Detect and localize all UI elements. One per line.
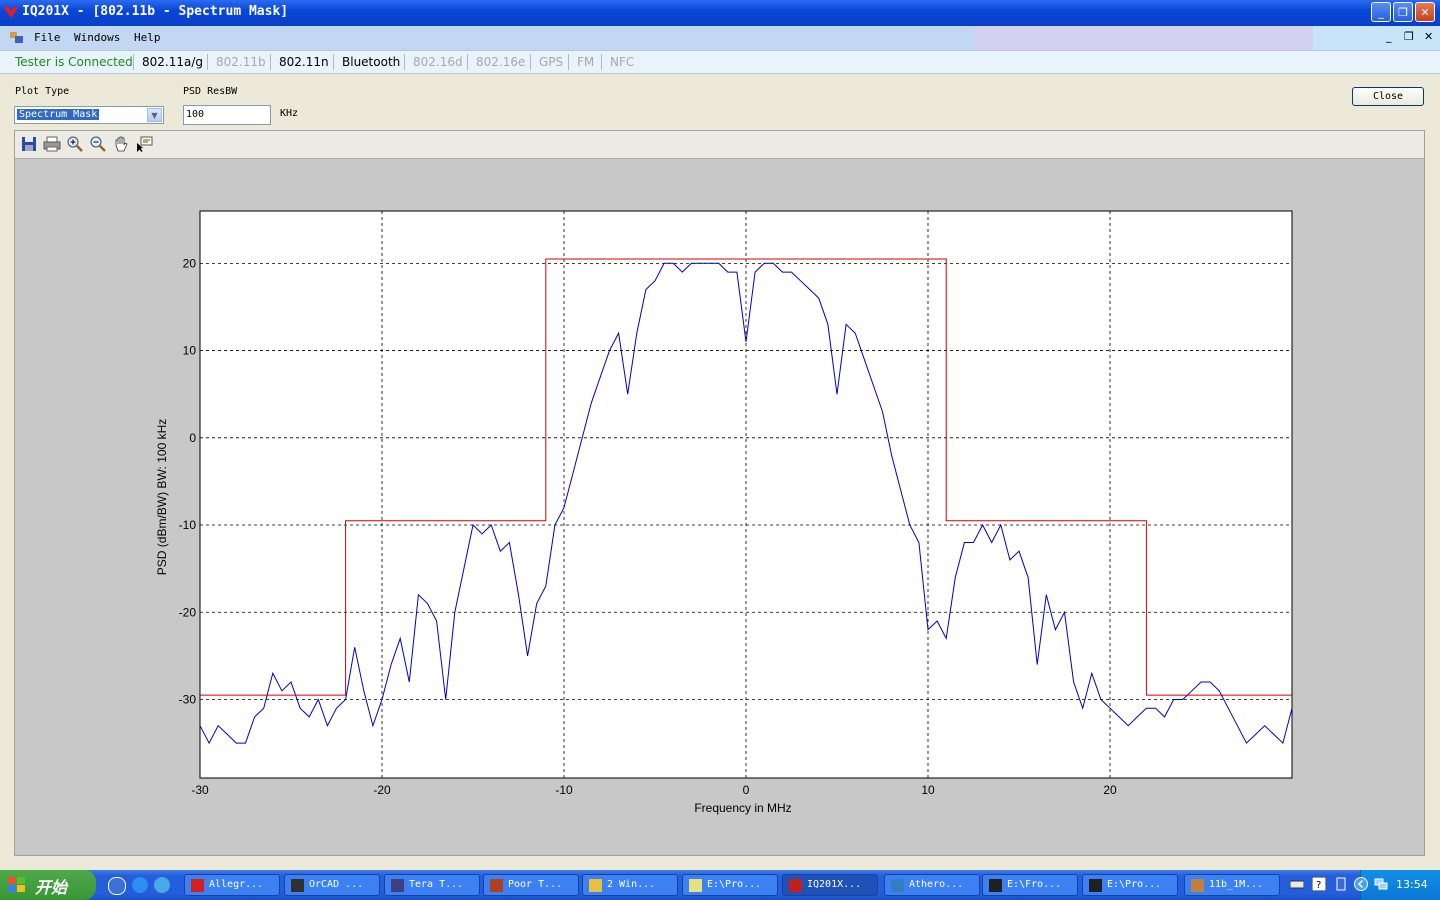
x-tick-label: -10 [555,783,573,797]
task-app-icon [989,879,1002,892]
task-app-icon [789,879,802,892]
task-label: Athero... [909,879,964,890]
y-tick-label: -10 [179,518,197,532]
taskbar: 开始 Allegr... OrCAD ... Tera T... Poor T... 2… [0,870,1440,900]
start-label: 开始 [35,878,68,897]
y-tick-label: -20 [179,605,197,619]
y-tick-label: 10 [183,344,197,358]
x-axis-label: Frequency in MHz [694,801,791,815]
start-button[interactable]: 开始 [0,870,96,900]
x-tick-label: 0 [743,783,750,797]
x-tick-label: 10 [921,783,935,797]
y-axis-label: PSD (dBm/BW) BW: 100 kHz [155,419,169,575]
taskbar-item[interactable]: Poor T... [483,874,579,896]
taskbar-item[interactable]: Tera T... [384,874,480,896]
windows-flag-icon [8,877,25,892]
x-tick-label: -20 [373,783,391,797]
taskbar-item[interactable]: IQ201X... [782,874,878,896]
task-label: E:\Pro... [707,879,762,890]
x-tick-label: -30 [191,783,209,797]
task-label: Allegr... [209,879,264,890]
taskbar-item[interactable]: OrCAD ... [284,874,380,896]
task-label: Tera T... [409,879,464,890]
y-tick-label: 20 [183,256,197,270]
task-label: E:\Fro... [1007,879,1062,890]
task-label: 2 Win... [607,879,656,890]
task-label: OrCAD ... [309,879,364,890]
chevron-left-icon[interactable] [1354,877,1368,891]
task-app-icon [1089,879,1102,892]
task-label: 11b_1M... [1209,879,1264,890]
task-app-icon [291,879,304,892]
clock: 13:54 [1396,878,1428,891]
y-tick-label: -30 [179,692,197,706]
task-app-icon [191,879,204,892]
y-tick-label: 0 [189,431,196,445]
task-app-icon [891,879,904,892]
browser-icon[interactable] [132,877,148,893]
network-icon[interactable] [1374,877,1388,891]
help-icon[interactable] [108,877,126,895]
task-app-icon [490,879,503,892]
task-app-icon [391,879,404,892]
task-app-icon [1191,879,1204,892]
x-tick-label: 20 [1103,783,1117,797]
taskbar-item[interactable]: Allegr... [184,874,280,896]
input-method-icon[interactable] [1334,877,1348,891]
taskbar-item[interactable]: E:\Fro... [982,874,1078,896]
task-label: Poor T... [508,879,563,890]
taskbar-item[interactable]: 11b_1M... [1184,874,1280,896]
help-tray-icon[interactable]: ? [1312,877,1326,891]
task-app-icon [589,879,602,892]
taskbar-item[interactable]: E:\Pro... [682,874,778,896]
svg-text:?: ? [1316,880,1321,891]
task-app-icon [689,879,702,892]
keyboard-icon[interactable] [1290,877,1304,891]
taskbar-item[interactable]: Athero... [884,874,980,896]
taskbar-item[interactable]: 2 Win... [582,874,678,896]
taskbar-item[interactable]: E:\Pro... [1082,874,1178,896]
spectrum-mask-chart: -30 -20 -10 0 10 20 -30 -20 -10 0 10 20 Frequency i… [155,210,1293,815]
quicklaunch-icon[interactable] [154,877,170,893]
task-label: IQ201X... [807,879,862,890]
task-label: E:\Pro... [1107,879,1162,890]
